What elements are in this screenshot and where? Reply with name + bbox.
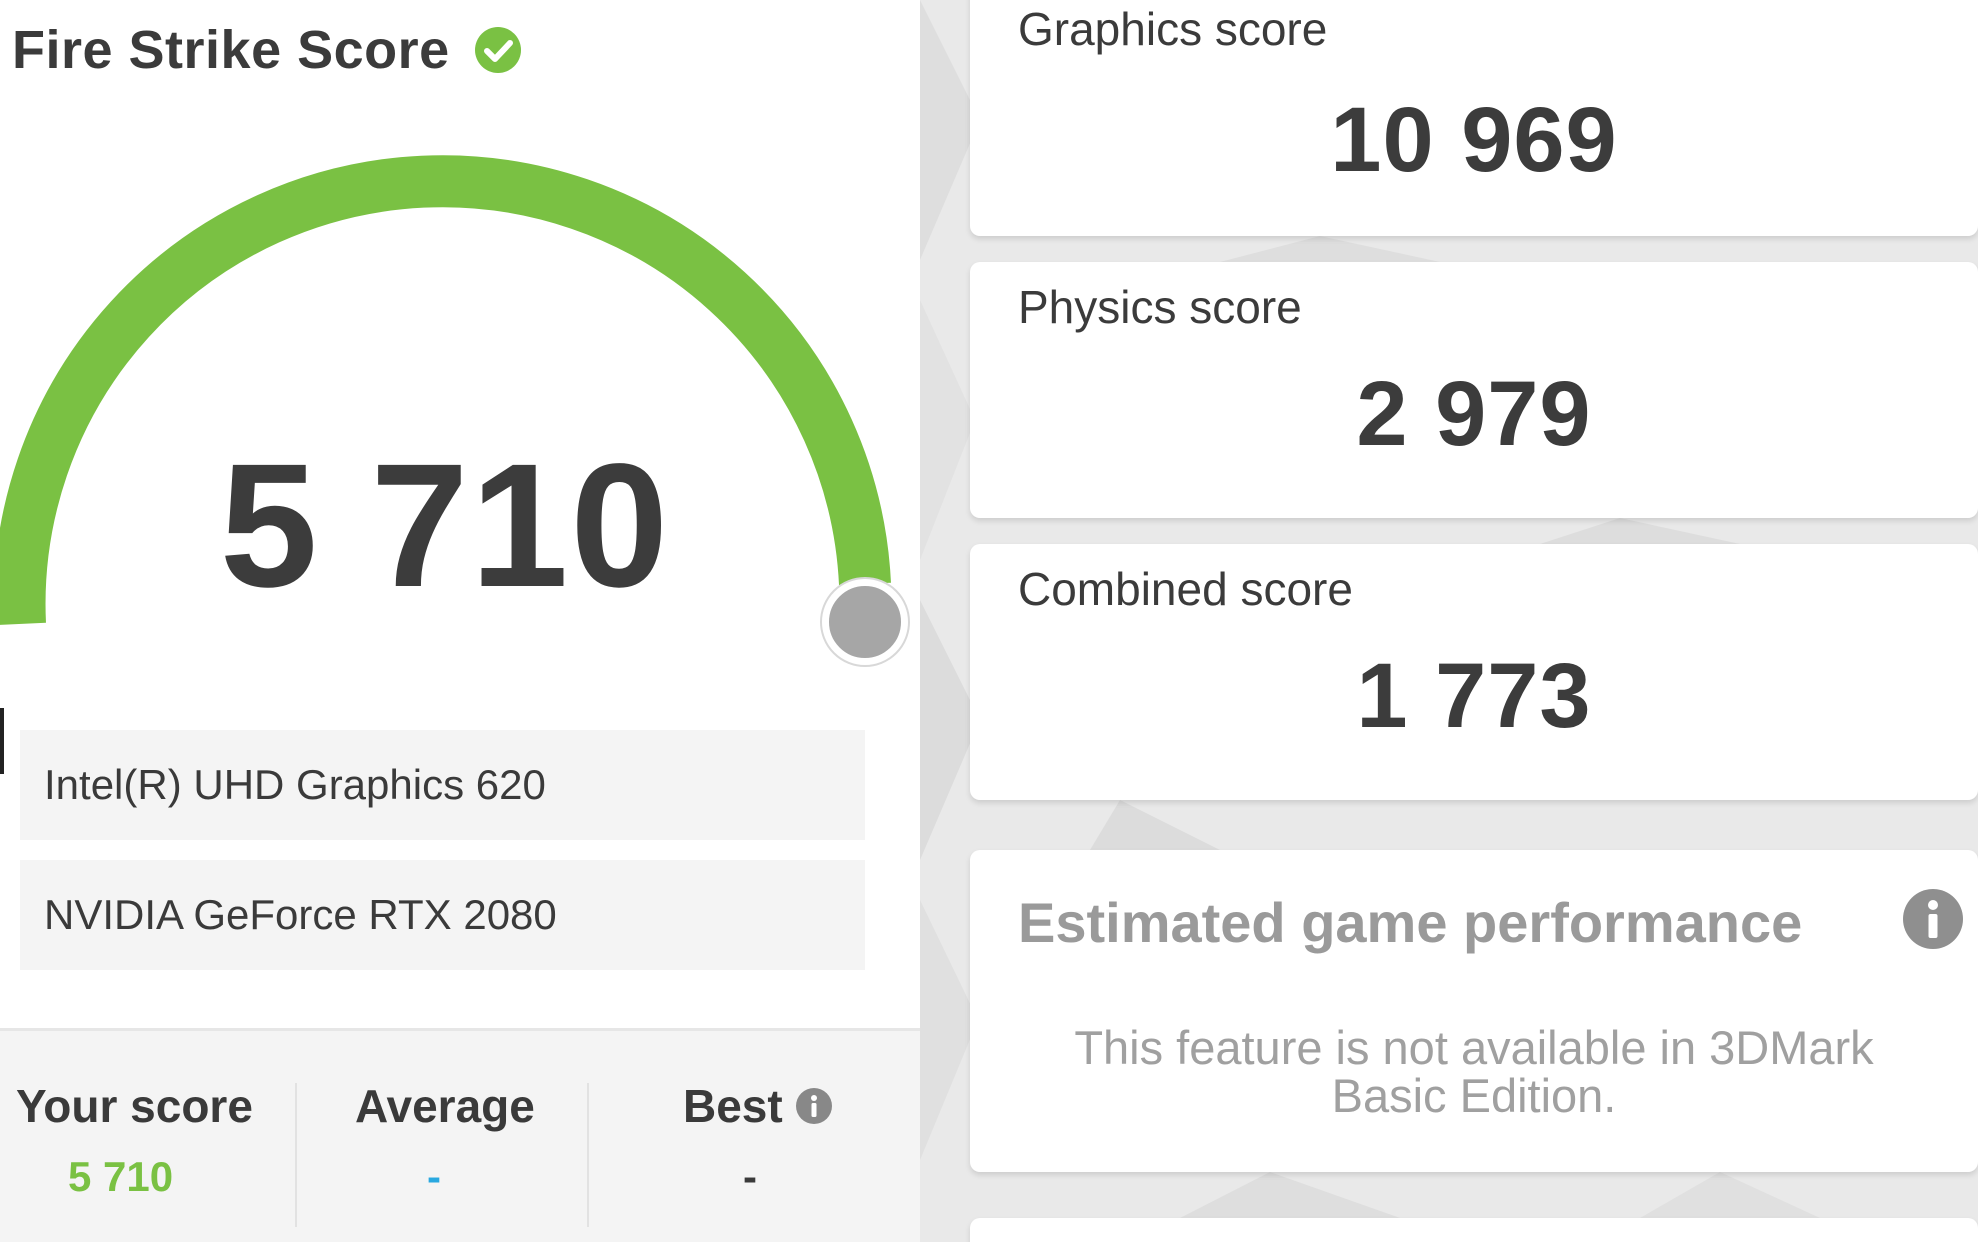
page-title: Fire Strike Score: [12, 20, 450, 80]
info-icon[interactable]: [795, 1087, 833, 1125]
game-performance-card: Estimated game performance This feature …: [970, 850, 1978, 1172]
your-score-column: Your score 5 710: [0, 1031, 295, 1245]
average-label: Average: [355, 1080, 535, 1132]
your-score-label: Your score: [16, 1080, 253, 1132]
info-icon[interactable]: [1902, 888, 1964, 950]
device-name: NVIDIA GeForce RTX 2080: [44, 891, 557, 938]
best-label: Best: [683, 1080, 783, 1132]
feature-unavailable-note: This feature is not available in 3DMark …: [1074, 1021, 1874, 1122]
scroll-marker: [0, 708, 4, 774]
score-comparison: Your score 5 710 Average - Best -: [0, 1028, 920, 1242]
graphics-score-card: Graphics score 10 969: [970, 0, 1978, 236]
device-name: Intel(R) UHD Graphics 620: [44, 761, 546, 808]
combined-score-card: Combined score 1 773: [970, 544, 1978, 800]
score-panel: Fire Strike Score 5 710 Intel(R) UHD Gra…: [0, 0, 920, 1242]
combined-score-label: Combined score: [1018, 563, 1353, 615]
game-performance-title: Estimated game performance: [1018, 891, 1803, 954]
title-row: Fire Strike Score: [12, 10, 522, 90]
physics-score-value: 2 979: [1356, 363, 1592, 465]
device-row: NVIDIA GeForce RTX 2080: [20, 860, 865, 970]
main-score: 5 710: [219, 428, 671, 624]
combined-score-value: 1 773: [1356, 645, 1592, 747]
best-column: Best -: [587, 1031, 920, 1245]
your-score-value: 5 710: [68, 1153, 174, 1200]
next-card: [970, 1218, 1978, 1242]
average-column: Average -: [295, 1031, 587, 1245]
physics-score-label: Physics score: [1018, 281, 1302, 333]
average-value: -: [427, 1153, 441, 1200]
graphics-score-value: 10 969: [1330, 89, 1618, 191]
best-value: -: [743, 1153, 757, 1200]
check-circle-icon: [474, 27, 521, 73]
graphics-score-label: Graphics score: [1018, 3, 1328, 55]
physics-score-card: Physics score 2 979: [970, 262, 1978, 518]
details-panel: Graphics score 10 969 Physics score 2 97…: [920, 0, 1978, 1242]
device-row: Intel(R) UHD Graphics 620: [20, 730, 865, 840]
